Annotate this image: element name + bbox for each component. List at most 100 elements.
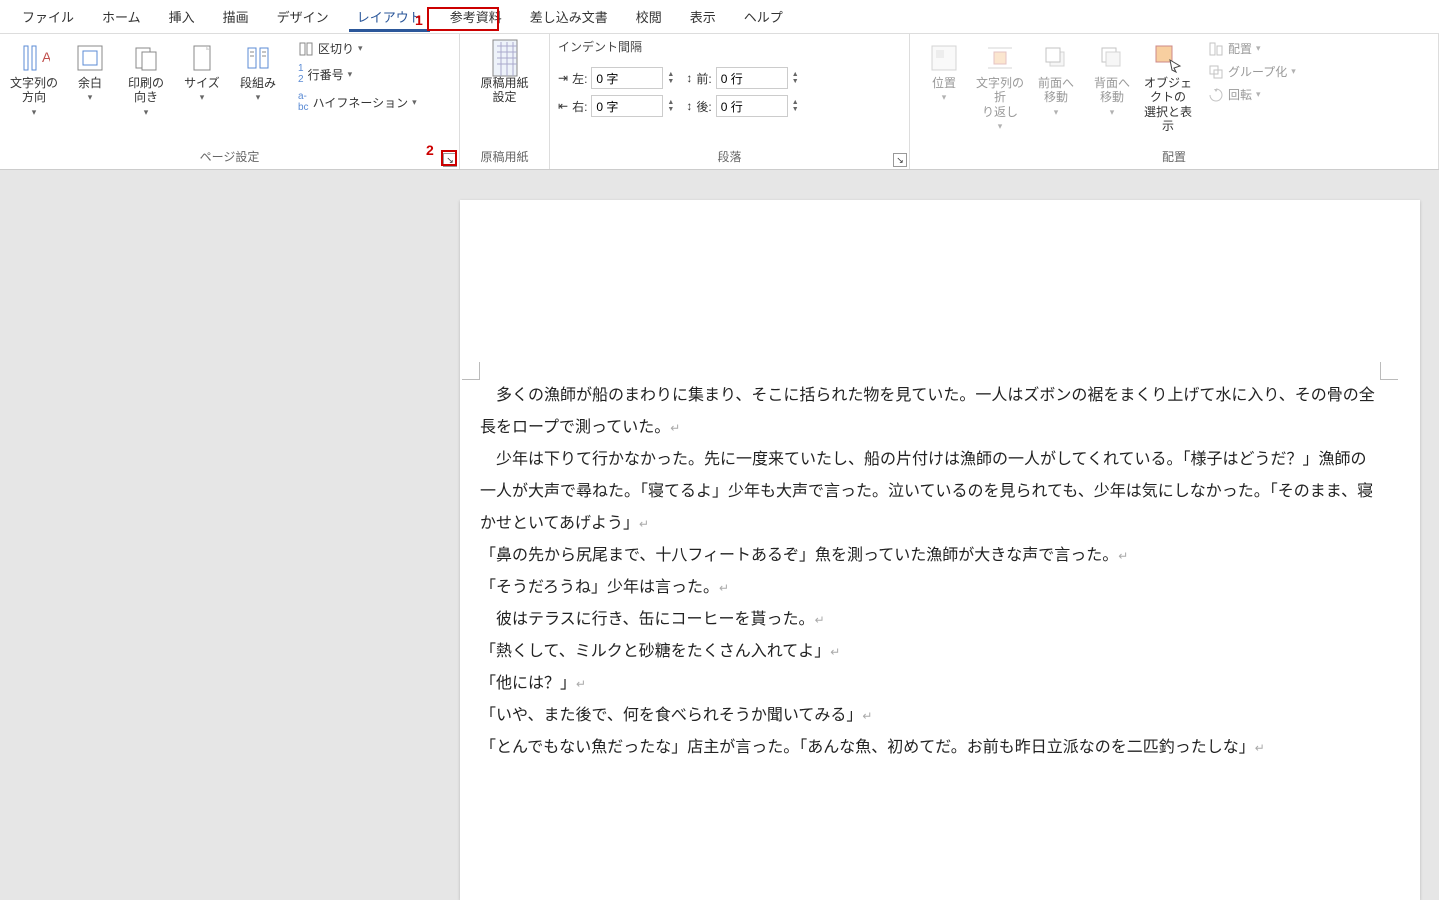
chevron-down-icon: ▾ [1256,43,1261,54]
size-icon [186,42,218,74]
spacing-before-field[interactable]: ↕ 前: ▲▼ [686,67,798,89]
bring-forward-icon [1040,42,1072,74]
spinner-icon[interactable]: ▲▼ [792,99,799,113]
callout-1: 1 [415,12,423,28]
line-numbers-icon: 12 [298,63,304,85]
tab-design[interactable]: デザイン [263,1,343,32]
group-page-setup-label: ページ設定 [8,146,451,169]
spacing-after-field[interactable]: ↕ 後: ▲▼ [686,95,798,117]
orientation-icon [130,42,162,74]
tab-references[interactable]: 参考資料 [436,1,516,32]
text-direction-icon: A [18,42,50,74]
line-numbers-label: 行番号 [308,66,344,83]
paragraph-mark-icon: ↵ [862,709,872,723]
paragraph-mark-icon: ↵ [1118,549,1128,563]
align-label: 配置 [1228,40,1252,57]
group-page-setup: A 文字列の 方向 ▾ 余白 ▾ 印刷の 向き ▾ サイズ ▾ 段組み [0,34,460,169]
paragraph[interactable]: 彼はテラスに行き、缶にコーヒーを貰った。↵ [480,604,1380,636]
chevron-down-icon: ▾ [1054,107,1059,118]
paragraph-mark-icon: ↵ [815,613,825,627]
columns-button[interactable]: 段組み ▾ [232,38,284,107]
text-direction-button[interactable]: A 文字列の 方向 ▾ [8,38,60,122]
tab-mailings[interactable]: 差し込み文書 [516,1,622,32]
paragraph[interactable]: 多くの漁師が船のまわりに集まり、そこに括られた物を見ていた。一人はズボンの裾をま… [480,380,1380,444]
page-setup-launcher[interactable]: ↘ [443,153,457,167]
group-icon [1208,64,1224,80]
tab-help[interactable]: ヘルプ [730,1,797,32]
orientation-button[interactable]: 印刷の 向き ▾ [120,38,172,122]
group-arrange: 位置 ▾ 文字列の折 り返し ▾ 前面へ 移動 ▾ 背面へ 移動 ▾ オブジェク… [910,34,1439,169]
group-button: グループ化 ▾ [1204,61,1300,82]
indent-left-field[interactable]: ⇥ 左: ▲▼ [558,67,674,89]
manuscript-label: 原稿用紙 設定 [481,76,529,105]
bring-forward-label: 前面へ 移動 [1038,76,1074,105]
line-numbers-button[interactable]: 12 行番号 ▾ [294,61,421,87]
chevron-down-icon: ▾ [200,92,205,103]
chevron-down-icon: ▾ [998,121,1003,132]
paragraph-launcher[interactable]: ↘ [893,153,907,167]
document-page[interactable]: 多くの漁師が船のまわりに集まり、そこに括られた物を見ていた。一人はズボンの裾をま… [460,200,1420,900]
manuscript-button[interactable]: 原稿用紙 設定 [479,38,531,109]
paragraph[interactable]: 「とんでもない魚だったな」店主が言った。「あんな魚、初めてだ。お前も昨日立派なの… [480,732,1380,764]
spacing-before-label: 前: [696,70,711,87]
tab-insert[interactable]: 挿入 [155,1,209,32]
document-area: 多くの漁師が船のまわりに集まり、そこに括られた物を見ていた。一人はズボンの裾をま… [0,170,1439,900]
paragraph[interactable]: 「熱くして、ミルクと砂糖をたくさん入れてよ」↵ [480,636,1380,668]
paragraph[interactable]: 「他には？」↵ [480,668,1380,700]
paragraph-mark-icon: ↵ [1255,741,1265,755]
paragraph-mark-icon: ↵ [639,517,649,531]
margin-corner-icon [462,362,480,380]
indent-right-icon: ⇤ [558,99,568,113]
tab-draw[interactable]: 描画 [209,1,263,32]
paragraph-mark-icon: ↵ [719,581,729,595]
tab-review[interactable]: 校閲 [622,1,676,32]
rotate-button: 回転 ▾ [1204,84,1300,105]
paragraph[interactable]: 少年は下りて行かなかった。先に一度来ていたし、船の片付けは漁師の一人がしてくれて… [480,444,1380,540]
indent-right-input[interactable] [591,95,663,117]
tab-view[interactable]: 表示 [676,1,730,32]
paragraph[interactable]: 「そうだろうね」少年は言った。↵ [480,572,1380,604]
group-arrange-label: 配置 [918,146,1430,169]
wrap-text-label: 文字列の折 り返し [976,76,1024,119]
spacing-before-input[interactable] [716,67,788,89]
indent-right-label: 右: [572,98,587,115]
position-icon [928,42,960,74]
indent-right-field[interactable]: ⇤ 右: ▲▼ [558,95,674,117]
selection-pane-button[interactable]: オブジェクトの 選択と表示 [1142,38,1194,138]
bring-forward-button: 前面へ 移動 ▾ [1030,38,1082,122]
indent-left-icon: ⇥ [558,71,568,85]
chevron-down-icon: ▾ [348,69,353,80]
paragraph[interactable]: 「鼻の先から尻尾まで、十八フィートあるぞ」魚を測っていた漁師が大きな声で言った。… [480,540,1380,572]
spacing-after-input[interactable] [716,95,788,117]
columns-label: 段組み [240,76,276,90]
manuscript-icon [489,42,521,74]
chevron-down-icon: ▾ [1256,89,1261,100]
spinner-icon[interactable]: ▲▼ [667,71,674,85]
spinner-icon[interactable]: ▲▼ [667,99,674,113]
paragraph-mark-icon: ↵ [576,677,586,691]
chevron-down-icon: ▾ [88,92,93,103]
align-button: 配置 ▾ [1204,38,1300,59]
paragraph-mark-icon: ↵ [670,421,680,435]
hyphenation-label: ハイフネーション [313,94,409,111]
paragraph-mark-icon: ↵ [830,645,840,659]
chevron-down-icon: ▾ [32,107,37,118]
spinner-icon[interactable]: ▲▼ [792,71,799,85]
hyphenation-button[interactable]: a-bc ハイフネーション ▾ [294,89,421,115]
tab-home[interactable]: ホーム [88,1,155,32]
margins-icon [74,42,106,74]
selection-pane-label: オブジェクトの 選択と表示 [1144,76,1192,134]
wrap-text-button: 文字列の折 り返し ▾ [974,38,1026,136]
breaks-label: 区切り [318,40,354,57]
size-button[interactable]: サイズ ▾ [176,38,228,107]
rotate-label: 回転 [1228,86,1252,103]
paragraph[interactable]: 「いや、また後で、何を食べられそうか聞いてみる」↵ [480,700,1380,732]
breaks-button[interactable]: 区切り ▾ [294,38,421,59]
chevron-down-icon: ▾ [144,107,149,118]
margins-button[interactable]: 余白 ▾ [64,38,116,107]
indent-left-input[interactable] [591,67,663,89]
chevron-down-icon: ▾ [256,92,261,103]
text-direction-label: 文字列の 方向 [10,76,58,105]
tab-file[interactable]: ファイル [8,1,88,32]
indent-left-label: 左: [572,70,587,87]
